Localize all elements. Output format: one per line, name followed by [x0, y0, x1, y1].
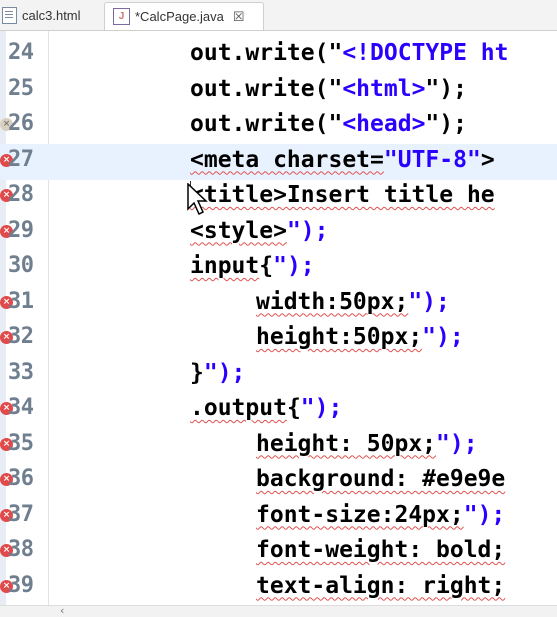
code-line[interactable]: × 35 height: 50px;"); — [0, 428, 557, 464]
code-line[interactable]: 25 out.write("<html>"); — [0, 73, 557, 109]
code-text: width:50px;"); — [256, 289, 450, 315]
mouse-pointer-icon — [187, 183, 208, 216]
code-line[interactable]: 30 input{"); — [0, 250, 557, 286]
line-number: 25 — [8, 75, 34, 101]
line-number: 35 — [8, 430, 34, 456]
line-number: 30 — [8, 253, 34, 278]
code-line[interactable]: × 31 width:50px;"); — [0, 286, 557, 322]
code-token: input — [190, 253, 260, 279]
close-tab-icon[interactable]: ☒ — [233, 9, 245, 25]
code-text: font-size:24px;"); — [256, 502, 505, 528]
string-literal: "); — [436, 430, 478, 457]
horizontal-scrollbar[interactable]: ‹ — [0, 604, 557, 617]
code-token: text-align: right; — [256, 572, 506, 599]
code-token: <title>Insert title he — [190, 182, 495, 208]
line-number: 36 — [8, 466, 34, 491]
code-token: <style> — [190, 217, 287, 244]
string-literal: "); — [300, 395, 343, 421]
code-text: text-align: right; — [256, 573, 505, 599]
code-text: background: #e9e9e — [256, 466, 505, 492]
line-number: 27 — [8, 146, 34, 172]
line-number: 26 — [8, 111, 34, 136]
code-token: out.write(" — [190, 111, 343, 137]
code-text: out.write("<!DOCTYPE ht — [190, 40, 509, 66]
code-token: .output — [190, 395, 287, 421]
code-text: font-weight: bold; — [256, 537, 505, 563]
code-token: font-weight: bold; — [256, 537, 506, 563]
string-literal: "); — [422, 324, 464, 350]
code-token: height:50px; — [256, 324, 423, 350]
code-token: { — [259, 253, 274, 279]
code-editor[interactable]: 24 out.write("<!DOCTYPE ht 25 out.write("<h… — [0, 31, 557, 605]
code-line[interactable]: × 27 <meta charset="UTF-8"> — [0, 143, 557, 180]
string-literal: <!DOCTYPE ht — [342, 40, 509, 66]
code-token: "); — [425, 75, 467, 102]
tab-label: *CalcPage.java — [135, 9, 224, 24]
line-number: 39 — [8, 572, 34, 598]
tab-calc3-html[interactable]: calc3.html — [0, 2, 105, 29]
code-line[interactable]: × 34 .output{"); — [0, 392, 557, 428]
string-literal: "); — [203, 359, 246, 386]
code-text: <meta charset="UTF-8"> — [190, 147, 495, 173]
line-number: 34 — [8, 395, 34, 420]
code-line[interactable]: × 39 text-align: right; — [0, 570, 557, 606]
tab-label: calc3.html — [22, 8, 81, 23]
code-line[interactable]: 33}"); — [0, 357, 557, 393]
line-number: 29 — [8, 217, 34, 243]
code-token: <meta charset= — [190, 146, 384, 173]
code-text: height:50px;"); — [256, 324, 464, 350]
code-token: background: #e9e9e — [256, 466, 506, 492]
code-text: }"); — [190, 360, 245, 386]
code-text: .output{"); — [190, 395, 342, 421]
code-token: } — [190, 359, 204, 386]
code-line[interactable]: × 32 height:50px;"); — [0, 321, 557, 357]
string-literal: "UTF-8" — [383, 146, 481, 173]
code-token: out.write(" — [190, 75, 343, 102]
code-line[interactable]: × 38 font-weight: bold; — [0, 534, 557, 570]
code-line[interactable]: × 26 out.write("<head>"); — [0, 108, 557, 144]
code-line[interactable]: × 28 <title>Insert title he — [0, 179, 557, 215]
string-literal: "); — [273, 253, 315, 279]
code-token: "); — [425, 111, 467, 137]
code-text: input{"); — [190, 253, 315, 279]
string-literal: <head> — [342, 111, 426, 137]
java-file-icon: J — [113, 8, 130, 25]
html-file-icon — [2, 7, 17, 24]
tab-calcpage-java[interactable]: J *CalcPage.java ☒ — [104, 2, 264, 30]
line-number: 33 — [8, 359, 34, 385]
line-number: 31 — [8, 288, 34, 314]
code-token: width:50px; — [256, 288, 409, 315]
code-text: out.write("<html>"); — [190, 76, 467, 102]
line-number: 32 — [8, 324, 34, 349]
code-token: > — [480, 146, 495, 173]
line-number: 38 — [8, 537, 34, 562]
line-number: 28 — [8, 182, 34, 207]
string-literal: "); — [408, 288, 450, 315]
code-text: out.write("<head>"); — [190, 111, 467, 137]
string-literal: "); — [463, 501, 506, 528]
line-number: 37 — [8, 501, 34, 527]
code-token: font-size:24px; — [256, 501, 464, 528]
code-line[interactable]: × 37 font-size:24px;"); — [0, 499, 557, 535]
code-text: height: 50px;"); — [256, 431, 478, 457]
code-line[interactable]: × 29 <style>"); — [0, 215, 557, 251]
code-token: out.write(" — [190, 40, 343, 66]
code-token: { — [286, 395, 301, 421]
string-literal: <html> — [342, 75, 426, 102]
editor-tab-bar: calc3.html J *CalcPage.java ☒ — [0, 0, 557, 31]
code-line[interactable]: × 36 background: #e9e9e — [0, 463, 557, 499]
code-token: height: 50px; — [256, 430, 437, 457]
code-text: <style>"); — [190, 218, 328, 244]
scroll-left-icon[interactable]: ‹ — [60, 604, 64, 617]
code-line[interactable]: 24 out.write("<!DOCTYPE ht — [0, 37, 557, 73]
line-number: 24 — [8, 40, 34, 65]
code-text: <title>Insert title he — [190, 182, 495, 208]
string-literal: "); — [286, 217, 329, 244]
